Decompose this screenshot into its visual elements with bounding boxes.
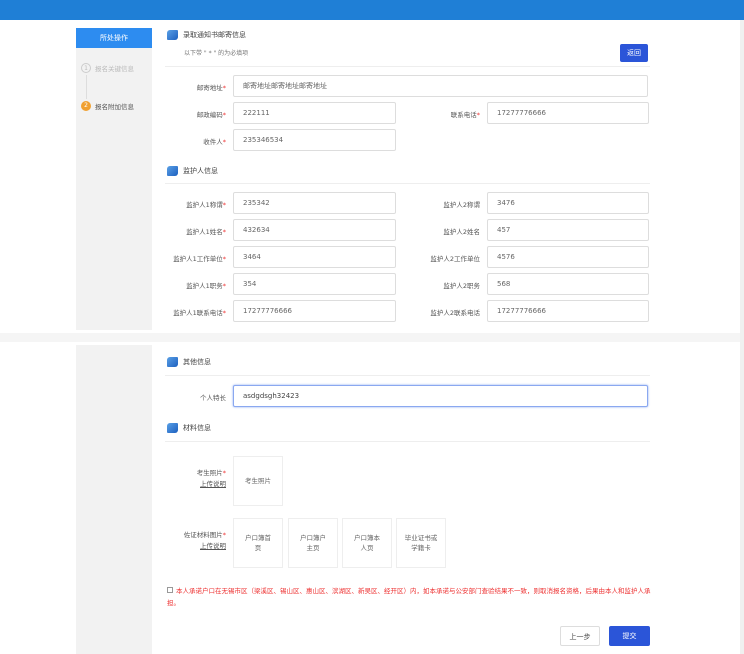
divider — [165, 66, 650, 67]
phone-input[interactable]: 17277776666 — [487, 102, 649, 124]
label-guardian2: 监护人2称谓 — [443, 201, 480, 209]
divider — [165, 183, 650, 184]
zip-input[interactable]: 222111 — [233, 102, 396, 124]
section-icon — [167, 30, 178, 40]
label-guardian2: 监护人2职务 — [443, 282, 480, 290]
guardian2-input[interactable]: 3476 — [487, 192, 649, 214]
label-recipient: 收件人* — [203, 138, 226, 146]
label-guardian1: 监护人1职务* — [186, 282, 226, 290]
label-guardian2: 监护人2联系电话 — [430, 309, 480, 317]
section-guardian: 监护人信息 — [167, 166, 218, 176]
section-icon — [167, 423, 178, 433]
label-guardian2: 监护人2工作单位 — [430, 255, 480, 263]
proof-upload-box[interactable]: 户口簿本人页 — [342, 518, 392, 568]
specialty-input[interactable]: asdgdsgh32423 — [233, 385, 648, 407]
guardian2-input[interactable]: 17277776666 — [487, 300, 649, 322]
step-2[interactable]: 2 报名附加信息 — [81, 101, 134, 111]
guardian2-input[interactable]: 457 — [487, 219, 649, 241]
section-materials: 材料信息 — [167, 423, 211, 433]
label-photo: 考生照片* 上传说明 — [196, 469, 226, 488]
label-zip: 邮政编码* — [196, 111, 226, 119]
section-other: 其他信息 — [167, 357, 211, 367]
required-note: 以下带 " * " 的为必填项 — [184, 50, 249, 57]
section-mail: 录取通知书邮寄信息 — [167, 30, 246, 40]
label-phone: 联系电话* — [450, 111, 480, 119]
label-specialty: 个人特长 — [200, 394, 226, 402]
back-button[interactable]: 返回 — [620, 44, 648, 62]
top-bar — [0, 0, 744, 20]
section-icon — [167, 357, 178, 367]
proof-upload-box[interactable]: 毕业证书或学籍卡 — [396, 518, 446, 568]
step-1[interactable]: 1 报名关键信息 — [81, 63, 134, 73]
submit-button[interactable]: 提交 — [609, 626, 650, 646]
label-guardian2: 监护人2姓名 — [443, 228, 480, 236]
guardian2-input[interactable]: 4576 — [487, 246, 649, 268]
upload-note-link[interactable]: 上传说明 — [200, 480, 226, 488]
section-icon — [167, 166, 178, 176]
step-connector — [86, 75, 87, 99]
guardian1-input[interactable]: 432634 — [233, 219, 396, 241]
proof-upload-box[interactable]: 户口簿户主页 — [288, 518, 338, 568]
guardian1-input[interactable]: 3464 — [233, 246, 396, 268]
recipient-input[interactable]: 235346534 — [233, 129, 396, 151]
pledge-checkbox[interactable] — [167, 587, 173, 593]
label-proof: 佐证材料图片* 上传说明 — [183, 531, 226, 550]
label-guardian1: 监护人1工作单位* — [173, 255, 226, 263]
label-guardian1: 监护人1称谓* — [186, 201, 226, 209]
label-guardian1: 监护人1姓名* — [186, 228, 226, 236]
label-guardian1: 监护人1联系电话* — [173, 309, 226, 317]
scrollbar[interactable] — [740, 20, 744, 654]
pledge: 本人承诺户口在无锡市区（梁溪区、锡山区、惠山区、滨湖区、新吴区、经开区）内，如本… — [167, 587, 651, 607]
label-address: 邮寄地址* — [196, 84, 226, 92]
guardian1-input[interactable]: 235342 — [233, 192, 396, 214]
guardian1-input[interactable]: 17277776666 — [233, 300, 396, 322]
prev-button[interactable]: 上一步 — [560, 626, 600, 646]
divider — [165, 441, 650, 442]
photo-upload-box[interactable]: 考生照片 — [233, 456, 283, 506]
guardian2-input[interactable]: 568 — [487, 273, 649, 295]
divider — [0, 333, 740, 342]
sidebar-action-header: 所处操作 — [76, 28, 152, 48]
upload-note-link[interactable]: 上传说明 — [200, 542, 226, 550]
guardian1-input[interactable]: 354 — [233, 273, 396, 295]
divider — [165, 375, 650, 376]
proof-upload-box[interactable]: 户口簿首页 — [233, 518, 283, 568]
address-input[interactable]: 邮寄地址邮寄地址邮寄地址 — [233, 75, 648, 97]
